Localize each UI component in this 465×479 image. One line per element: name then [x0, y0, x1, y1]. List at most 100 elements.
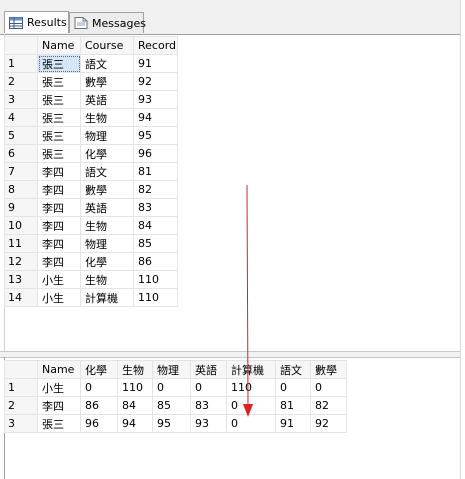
- table-cell[interactable]: 生物: [80, 216, 134, 235]
- table-cell[interactable]: 94: [117, 414, 153, 433]
- table-cell[interactable]: 語文: [80, 54, 134, 73]
- table-cell[interactable]: 95: [133, 126, 178, 145]
- row-number[interactable]: 7: [4, 162, 38, 181]
- column-header[interactable]: Name: [37, 36, 81, 55]
- table-cell[interactable]: 110: [133, 288, 178, 307]
- table-cell[interactable]: 86: [133, 252, 178, 271]
- row-number[interactable]: 12: [4, 252, 38, 271]
- table-row[interactable]: 3 張三 英語 93: [4, 90, 178, 109]
- table-cell[interactable]: 生物: [80, 108, 134, 127]
- table-cell[interactable]: 張三: [37, 414, 81, 433]
- table-cell[interactable]: 物理: [80, 126, 134, 145]
- table-cell[interactable]: 96: [80, 414, 118, 433]
- table-row[interactable]: 2 李四 86 84 85 83 0 81 82: [4, 396, 347, 415]
- table-cell[interactable]: 110: [117, 378, 153, 397]
- table-cell[interactable]: 0: [226, 396, 276, 415]
- result-grid-2[interactable]: Name 化學 生物 物理 英語 計算機 語文 數學 1 小生 0 110 0 0 110 0…: [4, 360, 347, 433]
- table-cell[interactable]: 語文: [80, 162, 134, 181]
- table-cell[interactable]: 84: [133, 216, 178, 235]
- table-cell[interactable]: 85: [133, 234, 178, 253]
- table-cell[interactable]: 小生: [37, 270, 81, 289]
- result-grid-1[interactable]: Name Course Record 1 張三 語文 91 2 張三 數學 92 3 張三 英語 93…: [4, 36, 178, 307]
- table-cell[interactable]: 李四: [37, 234, 81, 253]
- table-cell[interactable]: 0: [190, 378, 227, 397]
- table-cell[interactable]: 91: [133, 54, 178, 73]
- table-cell[interactable]: 計算機: [80, 288, 134, 307]
- table-cell[interactable]: 數學: [80, 180, 134, 199]
- table-cell[interactable]: 張三: [37, 144, 81, 163]
- table-cell[interactable]: 物理: [80, 234, 134, 253]
- table-cell[interactable]: 李四: [37, 252, 81, 271]
- table-cell[interactable]: 化學: [80, 144, 134, 163]
- table-row[interactable]: 11 李四 物理 85: [4, 234, 178, 253]
- row-number[interactable]: 4: [4, 108, 38, 127]
- table-cell[interactable]: 生物: [80, 270, 134, 289]
- table-cell[interactable]: 86: [80, 396, 118, 415]
- column-header[interactable]: 生物: [117, 360, 153, 379]
- table-cell[interactable]: 張三: [37, 72, 81, 91]
- table-cell[interactable]: 82: [310, 396, 347, 415]
- table-cell[interactable]: 化學: [80, 252, 134, 271]
- table-cell[interactable]: 0: [310, 378, 347, 397]
- row-number[interactable]: 1: [4, 54, 38, 73]
- table-cell[interactable]: 92: [133, 72, 178, 91]
- table-row[interactable]: 13 小生 生物 110: [4, 270, 178, 289]
- grid-corner[interactable]: [4, 36, 38, 55]
- table-cell[interactable]: 83: [133, 198, 178, 217]
- row-number[interactable]: 10: [4, 216, 38, 235]
- table-cell[interactable]: 數學: [80, 72, 134, 91]
- table-cell[interactable]: 82: [133, 180, 178, 199]
- row-number[interactable]: 8: [4, 180, 38, 199]
- table-cell[interactable]: 93: [190, 414, 227, 433]
- table-cell[interactable]: 85: [152, 396, 191, 415]
- table-cell[interactable]: 0: [80, 378, 118, 397]
- table-cell[interactable]: 0: [152, 378, 191, 397]
- table-cell[interactable]: 李四: [37, 216, 81, 235]
- table-row[interactable]: 6 張三 化學 96: [4, 144, 178, 163]
- row-number[interactable]: 9: [4, 198, 38, 217]
- table-row[interactable]: 12 李四 化學 86: [4, 252, 178, 271]
- table-cell[interactable]: 110: [226, 378, 276, 397]
- column-header[interactable]: 語文: [275, 360, 311, 379]
- table-cell[interactable]: 96: [133, 144, 178, 163]
- table-cell[interactable]: 張三: [37, 108, 81, 127]
- column-header[interactable]: 計算機: [226, 360, 276, 379]
- table-row[interactable]: 9 李四 英語 83: [4, 198, 178, 217]
- table-cell[interactable]: 李四: [37, 198, 81, 217]
- row-number[interactable]: 14: [4, 288, 38, 307]
- table-row[interactable]: 3 張三 96 94 95 93 0 91 92: [4, 414, 347, 433]
- table-cell[interactable]: 李四: [37, 162, 81, 181]
- tab-results[interactable]: Results: [4, 11, 69, 33]
- table-cell[interactable]: 小生: [37, 378, 81, 397]
- table-cell[interactable]: 84: [117, 396, 153, 415]
- table-row[interactable]: 1 張三 語文 91: [4, 54, 178, 73]
- table-row[interactable]: 7 李四 語文 81: [4, 162, 178, 181]
- table-row[interactable]: 8 李四 數學 82: [4, 180, 178, 199]
- column-header[interactable]: Record: [133, 36, 178, 55]
- table-row[interactable]: 4 張三 生物 94: [4, 108, 178, 127]
- row-number[interactable]: 3: [4, 414, 38, 433]
- table-cell[interactable]: 張三: [37, 54, 81, 73]
- table-cell[interactable]: 張三: [37, 126, 81, 145]
- row-number[interactable]: 13: [4, 270, 38, 289]
- table-row[interactable]: 14 小生 計算機 110: [4, 288, 178, 307]
- table-cell[interactable]: 94: [133, 108, 178, 127]
- table-cell[interactable]: 0: [226, 414, 276, 433]
- table-row[interactable]: 10 李四 生物 84: [4, 216, 178, 235]
- column-header[interactable]: 數學: [310, 360, 347, 379]
- row-number[interactable]: 6: [4, 144, 38, 163]
- table-cell[interactable]: 李四: [37, 180, 81, 199]
- row-number[interactable]: 2: [4, 72, 38, 91]
- table-cell[interactable]: 92: [310, 414, 347, 433]
- table-cell[interactable]: 0: [275, 378, 311, 397]
- table-cell[interactable]: 張三: [37, 90, 81, 109]
- table-cell[interactable]: 81: [275, 396, 311, 415]
- row-number[interactable]: 1: [4, 378, 38, 397]
- row-number[interactable]: 5: [4, 126, 38, 145]
- column-header[interactable]: Course: [80, 36, 134, 55]
- grid-corner[interactable]: [4, 360, 38, 379]
- table-cell[interactable]: 95: [152, 414, 191, 433]
- column-header[interactable]: 物理: [152, 360, 191, 379]
- table-row[interactable]: 2 張三 數學 92: [4, 72, 178, 91]
- row-number[interactable]: 2: [4, 396, 38, 415]
